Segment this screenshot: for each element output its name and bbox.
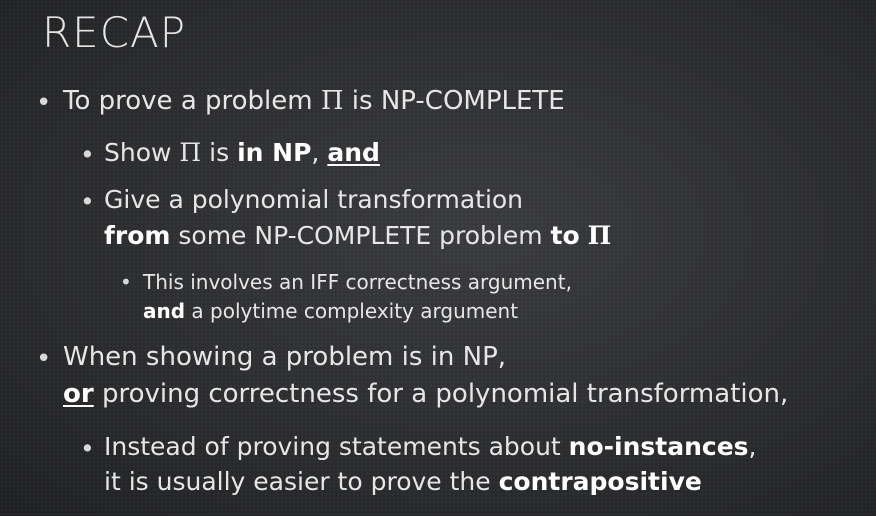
text: Show bbox=[104, 138, 180, 167]
text: , bbox=[748, 432, 757, 461]
bullet-showing-in-np-line1: When showing a problem is in NP, bbox=[63, 342, 507, 372]
bullet-prove-np-complete: To prove a problem Π is NP-COMPLETE bbox=[63, 86, 565, 116]
bold-or-underlined: or bbox=[63, 379, 94, 409]
text: , bbox=[311, 138, 328, 167]
text: it is usually easier to prove the bbox=[104, 467, 499, 496]
text: is NP-COMPLETE bbox=[343, 86, 565, 116]
pi-symbol: Π bbox=[320, 86, 344, 116]
bold-no-instances: no-instances bbox=[568, 432, 749, 461]
bullet-iff-line1: This involves an IFF correctness argumen… bbox=[143, 270, 572, 294]
bullet-dot: • bbox=[120, 270, 132, 294]
bullet-dot: • bbox=[36, 88, 52, 118]
pi-symbol: Π bbox=[587, 221, 612, 250]
slide-title: RECAP bbox=[42, 8, 187, 57]
text: proving correctness for a polynomial tra… bbox=[93, 379, 789, 409]
text: Instead of proving statements about bbox=[104, 432, 569, 461]
bullet-show-in-np: Show Π is in NP, and bbox=[104, 138, 380, 167]
bullet-showing-in-np-line2: or proving correctness for a polynomial … bbox=[63, 379, 788, 409]
bullet-iff-line2: and a polytime complexity argument bbox=[143, 299, 518, 323]
bold-and-underlined: and bbox=[327, 138, 380, 167]
bullet-dot: • bbox=[36, 344, 52, 374]
pi-symbol: Π bbox=[179, 138, 202, 167]
text: some NP-COMPLETE problem bbox=[170, 221, 551, 250]
bullet-contrapositive-line1: Instead of proving statements about no-i… bbox=[104, 432, 757, 461]
text: To prove a problem bbox=[63, 86, 321, 116]
bullet-dot: • bbox=[80, 434, 95, 463]
bold-from: from bbox=[104, 221, 171, 250]
slide: RECAP • To prove a problem Π is NP-COMPL… bbox=[0, 0, 876, 516]
bold-and: and bbox=[143, 299, 186, 323]
bullet-transformation-line2: from some NP-COMPLETE problem to Π bbox=[104, 221, 611, 250]
bold-to: to bbox=[550, 221, 580, 250]
text: a polytime complexity argument bbox=[185, 299, 519, 323]
bold-in-np: in NP bbox=[237, 138, 312, 167]
bullet-transformation-line1: Give a polynomial transformation bbox=[104, 185, 524, 214]
bullet-dot: • bbox=[80, 187, 95, 216]
bold-contrapositive: contrapositive bbox=[498, 467, 702, 496]
text: is bbox=[201, 138, 238, 167]
bullet-dot: • bbox=[80, 140, 95, 169]
bullet-contrapositive-line2: it is usually easier to prove the contra… bbox=[104, 467, 702, 496]
